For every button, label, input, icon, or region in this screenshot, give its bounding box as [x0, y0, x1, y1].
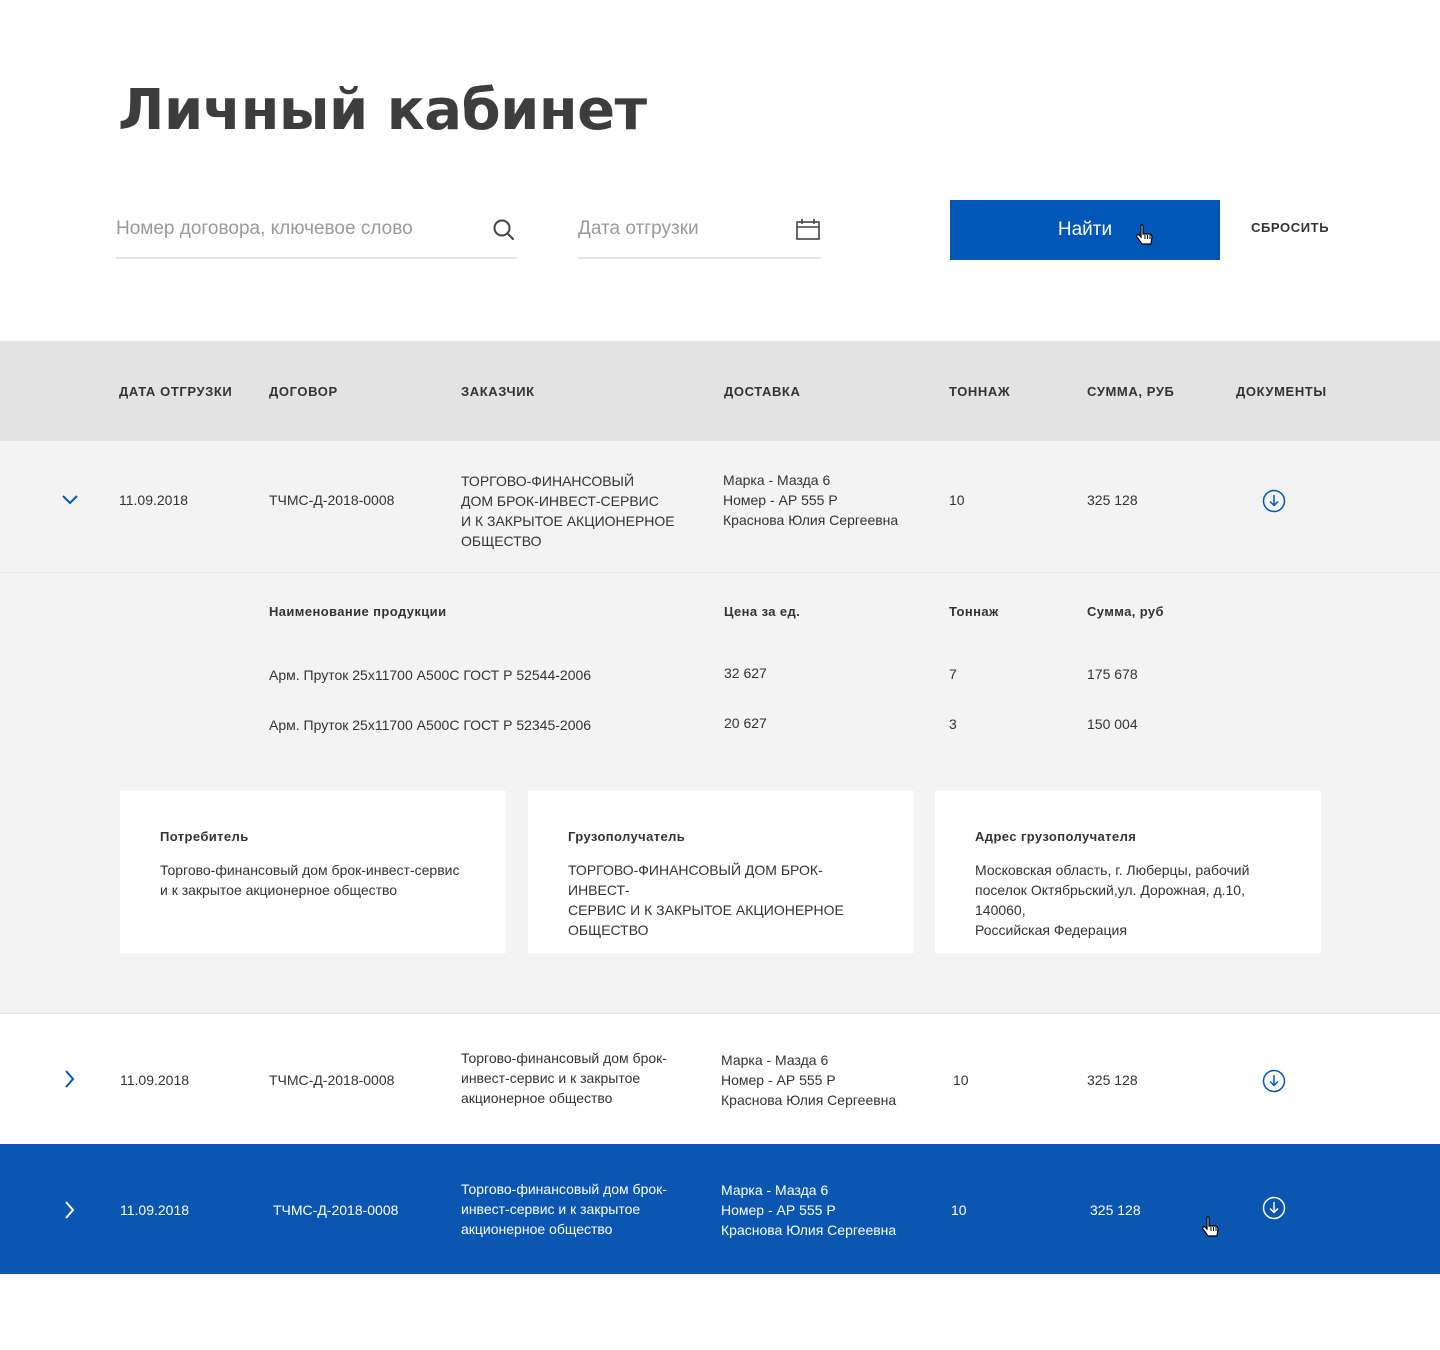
product-price: 20 627 [724, 715, 767, 731]
chevron-right-icon[interactable] [60, 1069, 80, 1089]
row-date: 11.09.2018 [119, 492, 189, 508]
row-sum: 325 128 [1090, 1202, 1141, 1218]
product-sum: 150 004 [1087, 716, 1138, 732]
download-icon[interactable] [1262, 489, 1286, 513]
details-header-product: Наименование продукции [269, 604, 447, 619]
product-price: 32 627 [724, 665, 767, 681]
hand-cursor-icon [1202, 1216, 1219, 1237]
row-customer: Торгово-финансовый дом брок- инвест-серв… [461, 1050, 667, 1106]
page-title: Личный кабинет [118, 78, 647, 143]
details-header-price: Цена за ед. [724, 604, 801, 619]
consumer-title: Потребитель [160, 829, 249, 844]
header-sum: СУММА, РУБ [1087, 384, 1175, 399]
search-field [116, 205, 517, 259]
row-date: 11.09.2018 [120, 1072, 190, 1088]
row-tonnage: 10 [951, 1202, 967, 1218]
shipment-date-input[interactable] [578, 213, 821, 245]
download-icon[interactable] [1262, 1069, 1286, 1093]
row-customer: Торгово-финансовый дом брок- инвест-серв… [461, 1181, 667, 1237]
row-customer: ТОРГОВО-ФИНАНСОВЫЙ ДОМ БРОК-ИНВЕСТ-СЕРВИ… [461, 473, 675, 549]
consignee-title: Грузополучатель [568, 829, 686, 844]
shipment-date-field [578, 205, 821, 259]
consignee-address-card: Адрес грузополучателя Московская область… [935, 791, 1321, 953]
row-tonnage: 10 [953, 1072, 969, 1088]
row-tonnage: 10 [949, 492, 965, 508]
download-icon[interactable] [1262, 1196, 1286, 1220]
consignee-card: Грузополучатель ТОРГОВО-ФИНАНСОВЫЙ ДОМ Б… [528, 791, 914, 953]
table-header: ДАТА ОТГРУЗКИ ДОГОВОР ЗАКАЗЧИК ДОСТАВКА … [0, 341, 1440, 441]
row-contract: ТЧМС-Д-2018-0008 [273, 1202, 399, 1218]
header-shipment-date: ДАТА ОТГРУЗКИ [119, 384, 233, 399]
product-sum: 175 678 [1087, 666, 1138, 682]
consignee-text: ТОРГОВО-ФИНАНСОВЫЙ ДОМ БРОК-ИНВЕСТ- СЕРВ… [568, 862, 844, 938]
product-tonnage: 3 [949, 716, 957, 732]
search-icon[interactable] [491, 217, 517, 243]
consumer-card: Потребитель Торгово-финансовый дом брок-… [120, 791, 506, 953]
table-row-selected[interactable]: 11.09.2018 ТЧМС-Д-2018-0008 Торгово-фина… [0, 1144, 1440, 1274]
table-row[interactable]: 11.09.2018 ТЧМС-Д-2018-0008 ТОРГОВО-ФИНА… [0, 441, 1440, 573]
header-documents: ДОКУМЕНТЫ [1236, 384, 1327, 399]
row-delivery: Марка - Мазда 6 Номер - АР 555 Р Краснов… [723, 472, 899, 528]
hand-cursor-icon [1136, 224, 1153, 245]
header-contract: ДОГОВОР [269, 384, 338, 399]
product-name: Арм. Пруток 25х11700 А500С ГОСТ Р 52544-… [269, 667, 592, 683]
product-name: Арм. Пруток 25х11700 А500С ГОСТ Р 52345-… [269, 717, 592, 733]
search-input[interactable] [116, 213, 517, 245]
details-header-sum: Сумма, руб [1087, 604, 1164, 619]
reset-button[interactable]: СБРОСИТЬ [1251, 220, 1329, 235]
consignee-address-title: Адрес грузополучателя [975, 829, 1137, 844]
calendar-icon[interactable] [795, 217, 821, 243]
row-date: 11.09.2018 [120, 1202, 190, 1218]
find-button[interactable]: Найти [950, 200, 1220, 260]
row-contract: ТЧМС-Д-2018-0008 [269, 1072, 395, 1088]
row-delivery: Марка - Мазда 6 Номер - АР 555 Р Краснов… [721, 1052, 897, 1108]
table-row[interactable]: 11.09.2018 ТЧМС-Д-2018-0008 Торгово-фина… [0, 1015, 1440, 1144]
header-customer: ЗАКАЗЧИК [461, 384, 535, 399]
consumer-text: Торгово-финансовый дом брок-инвест-серви… [160, 862, 460, 898]
row-sum: 325 128 [1087, 492, 1138, 508]
product-tonnage: 7 [949, 666, 957, 682]
row-delivery: Марка - Мазда 6 Номер - АР 555 Р Краснов… [721, 1182, 897, 1238]
row-sum: 325 128 [1087, 1072, 1138, 1088]
chevron-down-icon[interactable] [60, 490, 80, 510]
row-contract: ТЧМС-Д-2018-0008 [269, 492, 395, 508]
header-delivery: ДОСТАВКА [724, 384, 801, 399]
row-details-panel: Наименование продукции Цена за ед. Тонна… [0, 573, 1440, 1014]
details-header-tonnage: Тоннаж [949, 604, 999, 619]
chevron-right-icon[interactable] [60, 1200, 80, 1220]
consignee-address-text: Московская область, г. Люберцы, рабочий … [975, 862, 1250, 938]
header-tonnage: ТОННАЖ [949, 384, 1011, 399]
